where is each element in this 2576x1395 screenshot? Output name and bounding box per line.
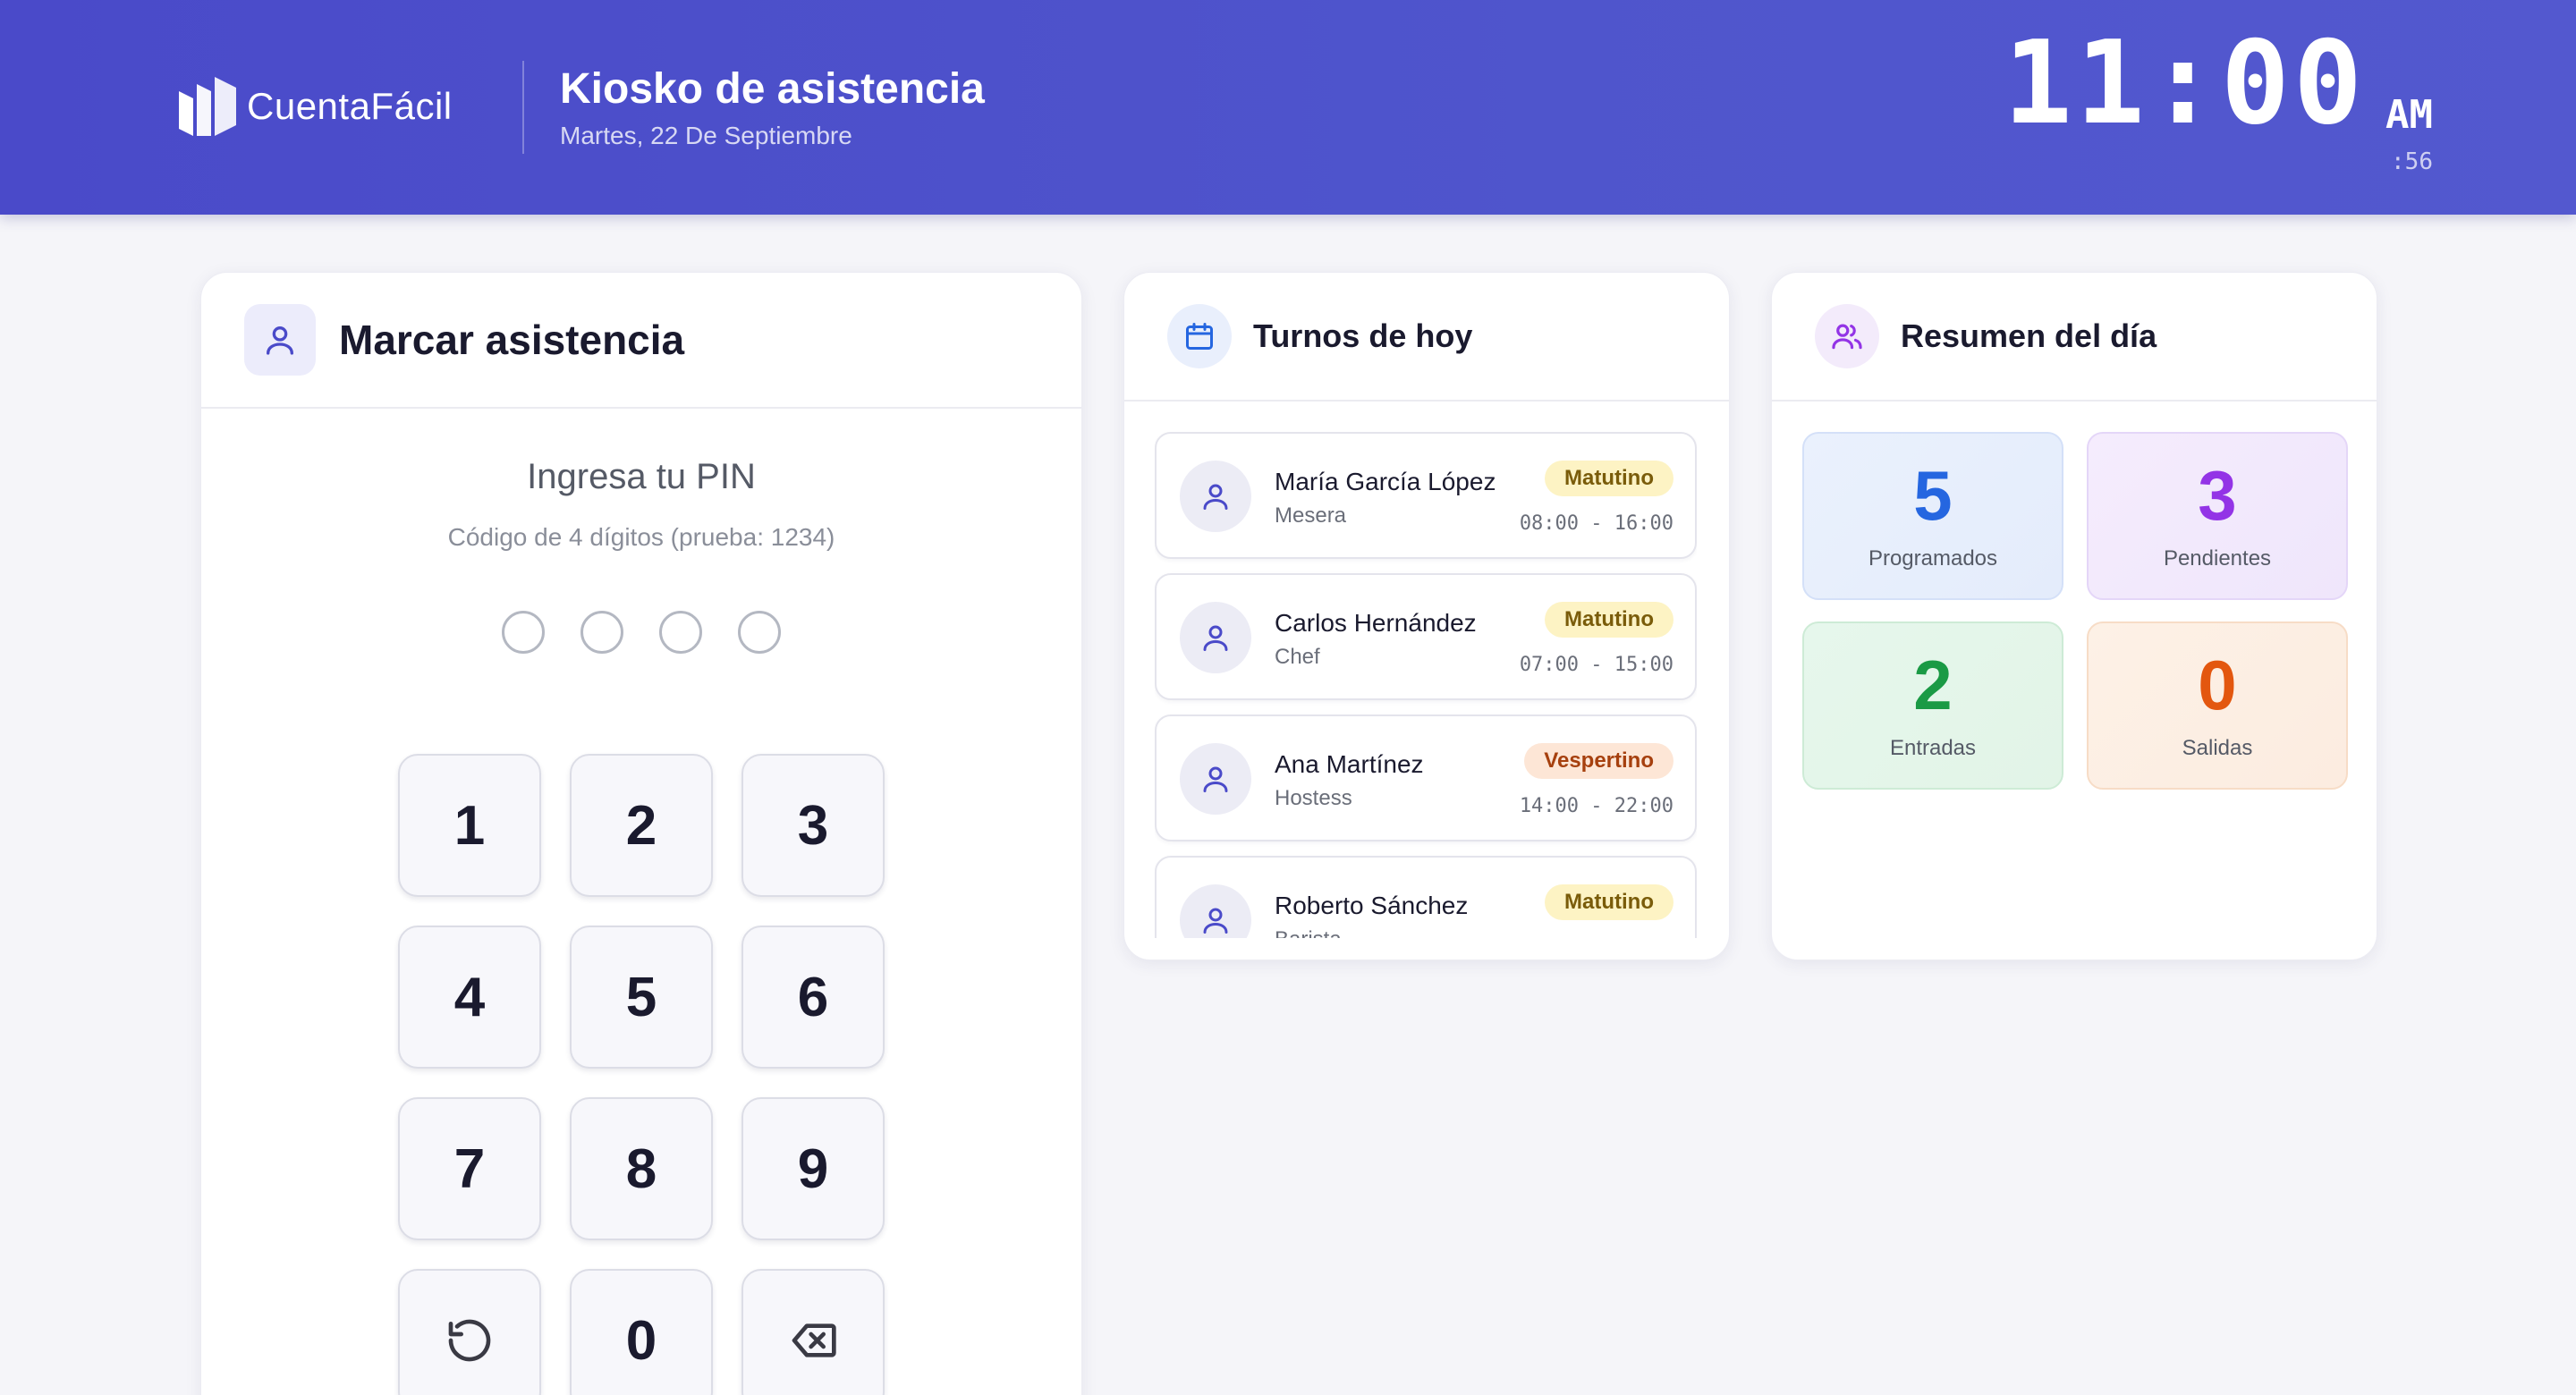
key-1[interactable]: 1	[398, 754, 541, 897]
clock-ampm: AM	[2385, 92, 2433, 138]
shift-hours: 07:00 - 15:00	[1519, 654, 1674, 676]
key-4[interactable]: 4	[398, 926, 541, 1069]
calendar-icon	[1167, 304, 1232, 368]
key-2[interactable]: 2	[570, 754, 713, 897]
summary-card-title: Resumen del día	[1901, 317, 2157, 354]
pin-dot	[738, 611, 781, 654]
key-8[interactable]: 8	[570, 1097, 713, 1240]
key-5[interactable]: 5	[570, 926, 713, 1069]
reset-button[interactable]	[398, 1269, 541, 1395]
stat-label: Pendientes	[2163, 546, 2272, 571]
shifts-card-header: Turnos de hoy	[1124, 273, 1729, 402]
employee-name: María García López	[1275, 468, 1496, 495]
clock-time: 11:00	[2003, 17, 2367, 150]
shift-badge: Matutino	[1545, 461, 1674, 496]
pin-card: Marcar asistencia Ingresa tu PIN Código …	[200, 272, 1082, 1395]
header-divider	[522, 61, 524, 154]
stat-value: 0	[2198, 646, 2237, 724]
list-item: María García López Mesera Matutino 08:00…	[1155, 432, 1697, 559]
pin-dot	[502, 611, 545, 654]
current-date: Martes, 22 De Septiembre	[560, 122, 852, 149]
clock-seconds: :56	[2391, 148, 2433, 175]
avatar-icon	[1180, 602, 1251, 673]
pin-hint: Código de 4 dígitos (prueba: 1234)	[447, 523, 835, 551]
stat-value: 3	[2198, 456, 2237, 535]
header: CuentaFácil Kiosko de asistencia Martes,…	[0, 0, 2576, 215]
stat-label: Entradas	[1889, 736, 1977, 760]
users-icon	[1815, 304, 1879, 368]
stat-entries: 2 Entradas	[1802, 621, 2063, 790]
key-7[interactable]: 7	[398, 1097, 541, 1240]
employee-role: Chef	[1275, 645, 1320, 669]
pin-dot	[659, 611, 702, 654]
key-3[interactable]: 3	[741, 754, 885, 897]
page-title: Kiosko de asistencia	[560, 65, 985, 113]
employee-role: Hostess	[1275, 786, 1352, 810]
list-item: Roberto Sánchez Barista Matutino	[1155, 856, 1697, 938]
stat-value: 2	[1913, 646, 1953, 724]
pin-card-header: Marcar asistencia	[201, 273, 1081, 409]
backspace-icon	[792, 1323, 836, 1357]
shift-hours: 14:00 - 22:00	[1519, 795, 1674, 817]
summary-card-header: Resumen del día	[1772, 273, 2377, 402]
key-0[interactable]: 0	[570, 1269, 713, 1395]
shift-list[interactable]: María García López Mesera Matutino 08:00…	[1155, 432, 1697, 938]
avatar-icon	[1180, 461, 1251, 532]
employee-name: Carlos Hernández	[1275, 609, 1477, 637]
pin-card-title: Marcar asistencia	[339, 317, 685, 363]
stat-label: Salidas	[2182, 736, 2253, 760]
stat-programmed: 5 Programados	[1802, 432, 2063, 600]
employee-role: Mesera	[1275, 503, 1347, 528]
brand-logo-icon	[179, 77, 236, 136]
stat-label: Programados	[1868, 546, 1998, 571]
shift-hours: 08:00 - 16:00	[1519, 512, 1674, 535]
key-6[interactable]: 6	[741, 926, 885, 1069]
clock: 11:00 AM	[2004, 27, 2433, 141]
logo: CuentaFácil	[175, 73, 453, 140]
avatar-icon	[1180, 743, 1251, 815]
key-9[interactable]: 9	[741, 1097, 885, 1240]
shifts-card: Turnos de hoy María García López Mesera …	[1123, 272, 1730, 960]
summary-card: Resumen del día 5 Programados 3 Pendient…	[1771, 272, 2377, 960]
pin-dot	[580, 611, 623, 654]
stat-pending: 3 Pendientes	[2087, 432, 2348, 600]
backspace-button[interactable]	[741, 1269, 885, 1395]
summary-stats: 5 Programados 3 Pendientes 2 Entradas 0 …	[1802, 432, 2348, 790]
shift-badge: Vespertino	[1524, 743, 1674, 779]
stat-value: 5	[1913, 456, 1953, 535]
shift-badge: Matutino	[1545, 602, 1674, 638]
brand-name: CuentaFácil	[247, 85, 453, 127]
employee-name: Ana Martínez	[1275, 750, 1424, 778]
user-icon	[244, 304, 316, 376]
keypad: 1 2 3 4 5 6 7 8 9 0	[398, 754, 885, 1395]
pin-prompt: Ingresa tu PIN	[527, 457, 756, 496]
employee-role: Barista	[1275, 927, 1342, 938]
list-item: Ana Martínez Hostess Vespertino 14:00 - …	[1155, 714, 1697, 841]
shifts-card-title: Turnos de hoy	[1253, 317, 1473, 354]
list-item: Carlos Hernández Chef Matutino 07:00 - 1…	[1155, 573, 1697, 700]
stat-exits: 0 Salidas	[2087, 621, 2348, 790]
pin-indicator	[201, 611, 1081, 654]
employee-name: Roberto Sánchez	[1275, 892, 1469, 919]
shift-badge: Matutino	[1545, 884, 1674, 920]
avatar-icon	[1180, 884, 1251, 938]
reset-icon	[448, 1319, 491, 1362]
